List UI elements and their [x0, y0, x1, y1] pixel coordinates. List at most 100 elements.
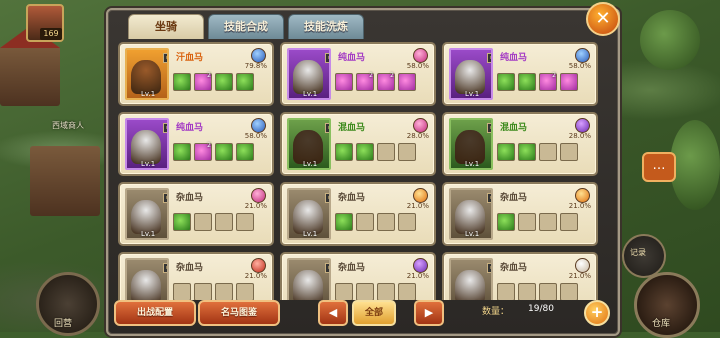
tab-skill-compose[interactable]: 技能合成 — [208, 14, 284, 39]
chat-icon[interactable]: … — [642, 152, 676, 182]
mount-name: 杂血马 — [176, 193, 204, 203]
empty-skill-slot[interactable] — [335, 283, 353, 300]
mount-gallery-button[interactable]: 名马图鉴 — [198, 300, 280, 326]
skill-count: 2 — [207, 142, 211, 149]
empty-skill-slot[interactable] — [398, 143, 416, 161]
skill-slots — [335, 143, 416, 161]
npc-name-label: 西域商人 — [52, 121, 84, 130]
filter-all-button[interactable]: 全部 — [352, 300, 396, 326]
empty-skill-slot[interactable] — [194, 283, 212, 300]
empty-skill-slot[interactable] — [560, 143, 578, 161]
empty-skill-slot[interactable] — [236, 213, 254, 231]
empty-skill-slot[interactable] — [236, 283, 254, 300]
skill-icon[interactable] — [518, 143, 536, 161]
empty-skill-slot[interactable] — [215, 283, 233, 300]
skill-icon[interactable]: 2 — [377, 72, 395, 91]
empty-skill-slot[interactable] — [539, 213, 557, 231]
gem-icon — [575, 48, 590, 63]
mount-card[interactable]: Lv.1 ▪ 纯血马 58.0% 2 — [118, 112, 274, 176]
skill-icon[interactable] — [335, 73, 353, 91]
skill-icon[interactable] — [215, 73, 233, 91]
skill-slots — [335, 283, 416, 300]
skill-icon[interactable] — [173, 73, 191, 91]
tab-mount[interactable]: 坐骑 — [128, 14, 204, 39]
mount-card[interactable]: Lv.1 ▪ 汗血马 79.8% 2 — [118, 42, 274, 106]
skill-slots — [335, 213, 416, 231]
skill-slots — [497, 143, 578, 161]
warehouse-label: 仓库 — [652, 319, 671, 329]
empty-skill-slot[interactable] — [356, 283, 374, 300]
skill-icon[interactable] — [560, 73, 578, 91]
mount-card[interactable]: Lv.1▪杂血马21.0% — [118, 252, 274, 300]
skill-count: 2 — [390, 72, 394, 79]
skill-icon[interactable] — [236, 73, 254, 91]
skill-icon[interactable]: 2 — [194, 72, 212, 91]
mount-card[interactable]: Lv.1▪杂血马21.0% — [442, 182, 598, 246]
mount-card[interactable]: Lv.1▪杂血马21.0% — [280, 182, 436, 246]
skill-icon[interactable] — [173, 213, 191, 231]
empty-skill-slot[interactable] — [518, 283, 536, 300]
skill-icon[interactable] — [497, 73, 515, 91]
mount-name: 杂血马 — [338, 193, 366, 203]
mount-percent: 28.0% — [568, 132, 591, 140]
empty-skill-slot[interactable] — [377, 213, 395, 231]
mount-name: 纯血马 — [338, 53, 366, 63]
gem-icon — [413, 48, 428, 63]
empty-skill-slot[interactable] — [560, 213, 578, 231]
arrow-right-icon[interactable]: ▶ — [414, 300, 444, 326]
mount-name: 杂血马 — [176, 263, 204, 273]
empty-skill-slot[interactable] — [539, 143, 557, 161]
empty-skill-slot[interactable] — [497, 283, 515, 300]
mount-card[interactable]: Lv.1▪纯血马58.0%22 — [280, 42, 436, 106]
skill-icon[interactable] — [497, 213, 515, 231]
empty-skill-slot[interactable] — [398, 213, 416, 231]
skill-icon[interactable]: 2 — [194, 142, 212, 161]
empty-skill-slot[interactable] — [518, 213, 536, 231]
skill-icon[interactable] — [335, 143, 353, 161]
arrow-left-icon[interactable]: ◀ — [318, 300, 348, 326]
skill-icon[interactable]: 2 — [356, 72, 374, 91]
lock-icon: ▪ — [163, 263, 167, 273]
horse-icon — [293, 60, 323, 94]
mount-card[interactable]: Lv.1 ▪ 混血马 28.0% — [280, 112, 436, 176]
mount-level: Lv.1 — [465, 230, 480, 238]
skill-icon[interactable] — [236, 143, 254, 161]
empty-skill-slot[interactable] — [377, 143, 395, 161]
tab-skill-refine[interactable]: 技能洗炼 — [288, 14, 364, 39]
mount-card[interactable]: Lv.1 ▪ 混血马 28.0% — [442, 112, 598, 176]
mount-card[interactable]: Lv.1▪杂血马21.0% — [442, 252, 598, 300]
skill-slots — [497, 213, 578, 231]
empty-skill-slot[interactable] — [560, 283, 578, 300]
mount-card[interactable]: Lv.1▪杂血马21.0% — [280, 252, 436, 300]
gem-icon — [413, 118, 428, 133]
empty-skill-slot[interactable] — [173, 283, 191, 300]
building — [30, 146, 100, 216]
gem-icon — [575, 188, 590, 203]
horse-icon — [455, 270, 485, 300]
empty-skill-slot[interactable] — [398, 283, 416, 300]
tree — [640, 10, 700, 70]
mount-portrait: Lv.1 ▪ — [449, 188, 493, 240]
empty-skill-slot[interactable] — [356, 213, 374, 231]
skill-icon[interactable] — [356, 143, 374, 161]
gem-icon — [575, 258, 590, 273]
skill-icon[interactable] — [518, 73, 536, 91]
mount-card[interactable]: Lv.1▪杂血马21.0% — [118, 182, 274, 246]
skill-icon[interactable] — [335, 213, 353, 231]
mount-level: Lv.1 — [141, 90, 156, 98]
empty-skill-slot[interactable] — [194, 213, 212, 231]
skill-icon[interactable] — [398, 73, 416, 91]
skill-icon[interactable] — [173, 143, 191, 161]
horse-icon — [293, 270, 323, 300]
skill-icon[interactable] — [497, 143, 515, 161]
empty-skill-slot[interactable] — [377, 283, 395, 300]
skill-icon[interactable]: 2 — [539, 72, 557, 91]
mount-panel: 坐骑 技能合成 技能洗炼 Lv.1▪汗血马79.8%2Lv.1▪纯血马58.0%… — [106, 8, 620, 336]
empty-skill-slot[interactable] — [215, 213, 233, 231]
deploy-config-button[interactable]: 出战配置 — [114, 300, 196, 326]
close-icon[interactable]: ✕ — [586, 2, 620, 36]
empty-skill-slot[interactable] — [539, 283, 557, 300]
mount-card[interactable]: Lv.1 ▪ 纯血马 58.0% 2 — [442, 42, 598, 106]
plus-icon[interactable]: + — [584, 300, 610, 326]
skill-icon[interactable] — [215, 143, 233, 161]
